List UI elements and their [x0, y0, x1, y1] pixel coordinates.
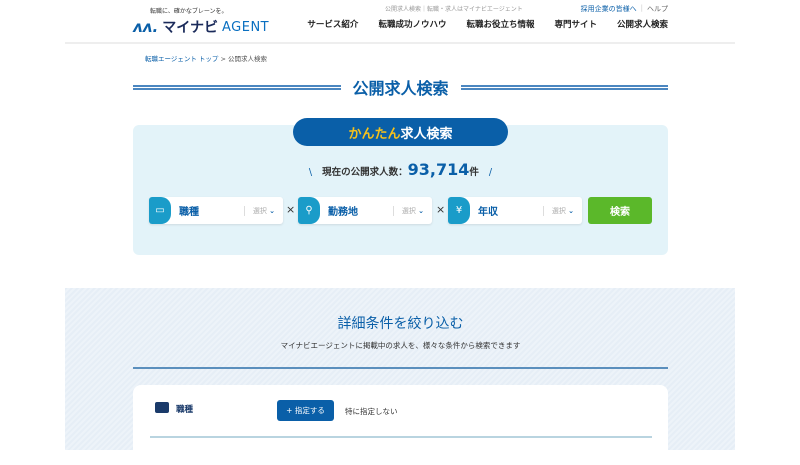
field-label: 勤務地 — [328, 207, 358, 218]
chevron-down-icon: ⌄ — [568, 206, 574, 215]
title-rest: 求人検索 — [400, 126, 453, 142]
slash-left: \ — [308, 167, 313, 178]
divider: | — [640, 4, 643, 12]
breadcrumb-separator: > — [220, 55, 226, 63]
count-unit: 件 — [469, 167, 479, 178]
nav-item-service[interactable]: サービス紹介 — [307, 18, 358, 30]
chevron-down-icon: ⌄ — [269, 206, 275, 215]
header-divider — [65, 42, 735, 44]
logo[interactable]: ᴧᴧ. マイナビ AGENT — [133, 17, 269, 37]
count-label: 現在の公開求人数： — [322, 167, 408, 178]
logo-brand: マイナビ — [162, 20, 218, 36]
picker-text: 選択 — [252, 206, 267, 215]
quick-search-title: かんたん 求人検索 — [293, 118, 508, 146]
search-button[interactable]: 検索 — [588, 197, 652, 224]
briefcase-icon — [155, 402, 169, 413]
yen-icon: ¥ — [448, 197, 470, 224]
detail-divider — [133, 367, 668, 369]
row-value: 特に指定しない — [345, 407, 398, 416]
help-link[interactable]: ヘルプ — [647, 4, 668, 14]
picker: 選択 ⌄ — [243, 205, 283, 216]
title-rule-right — [460, 84, 669, 90]
location-select[interactable]: ⚲ 勤務地 選択 ⌄ — [298, 197, 432, 224]
breadcrumb-home[interactable]: 転職エージェント トップ — [145, 55, 218, 63]
picker-text: 選択 — [551, 206, 566, 215]
row-divider — [150, 436, 652, 438]
main-nav: サービス紹介 転職成功ノウハウ 転職お役立ち情報 専門サイト 公開求人検索 — [307, 18, 668, 30]
field-label: 年収 — [478, 207, 498, 218]
title-highlight: かんたん — [348, 126, 401, 142]
logo-suffix: AGENT — [222, 19, 270, 35]
breadcrumb: 転職エージェント トップ > 公開求人検索 — [145, 53, 267, 63]
picker-text: 選択 — [401, 206, 416, 215]
picker: 選択 ⌄ — [392, 205, 432, 216]
nav-item-info[interactable]: 転職お役立ち情報 — [466, 18, 534, 30]
detail-subtext: マイナビエージェントに掲載中の求人を、様々な条件から検索できます — [280, 341, 521, 350]
salary-select[interactable]: ¥ 年収 選択 ⌄ — [448, 197, 582, 224]
times-sign: × — [286, 203, 296, 216]
page-title: 公開求人検索 — [352, 79, 449, 98]
row-label: 職種 — [176, 405, 194, 415]
job-count: \ 現在の公開求人数：93,714件 / — [133, 160, 668, 179]
detail-card — [133, 385, 668, 465]
top-links: 採用企業の皆様へ | ヘルプ — [581, 4, 668, 14]
count-value: 93,714 — [407, 160, 470, 179]
nav-item-special[interactable]: 専門サイト — [554, 18, 597, 30]
slash-right: / — [488, 167, 493, 178]
person-pin-icon: ⚲ — [298, 197, 320, 224]
breadcrumb-current: 公開求人検索 — [228, 55, 268, 63]
job-type-select[interactable]: ▭ 職種 選択 ⌄ — [149, 197, 283, 224]
tagline: 転職に、確かなブレーンを。 — [150, 8, 228, 15]
field-label: 職種 — [179, 207, 199, 218]
title-rule-left — [133, 84, 341, 90]
briefcase-icon: ▭ — [149, 197, 171, 224]
specify-button[interactable]: + 指定する — [277, 400, 334, 421]
nav-item-knowhow[interactable]: 転職成功ノウハウ — [378, 18, 446, 30]
logo-mark-icon: ᴧᴧ. — [133, 18, 159, 36]
nav-item-job-search[interactable]: 公開求人検索 — [617, 18, 668, 30]
detail-heading: 詳細条件を絞り込む — [337, 316, 464, 332]
times-sign: × — [436, 203, 446, 216]
chevron-down-icon: ⌄ — [418, 206, 424, 215]
page-title-row: 公開求人検索 — [133, 75, 669, 99]
picker: 選択 ⌄ — [542, 205, 582, 216]
header-meta: 公開求人検索｜転職・求人はマイナビエージェント — [385, 6, 523, 13]
recruiter-link[interactable]: 採用企業の皆様へ — [581, 4, 637, 14]
